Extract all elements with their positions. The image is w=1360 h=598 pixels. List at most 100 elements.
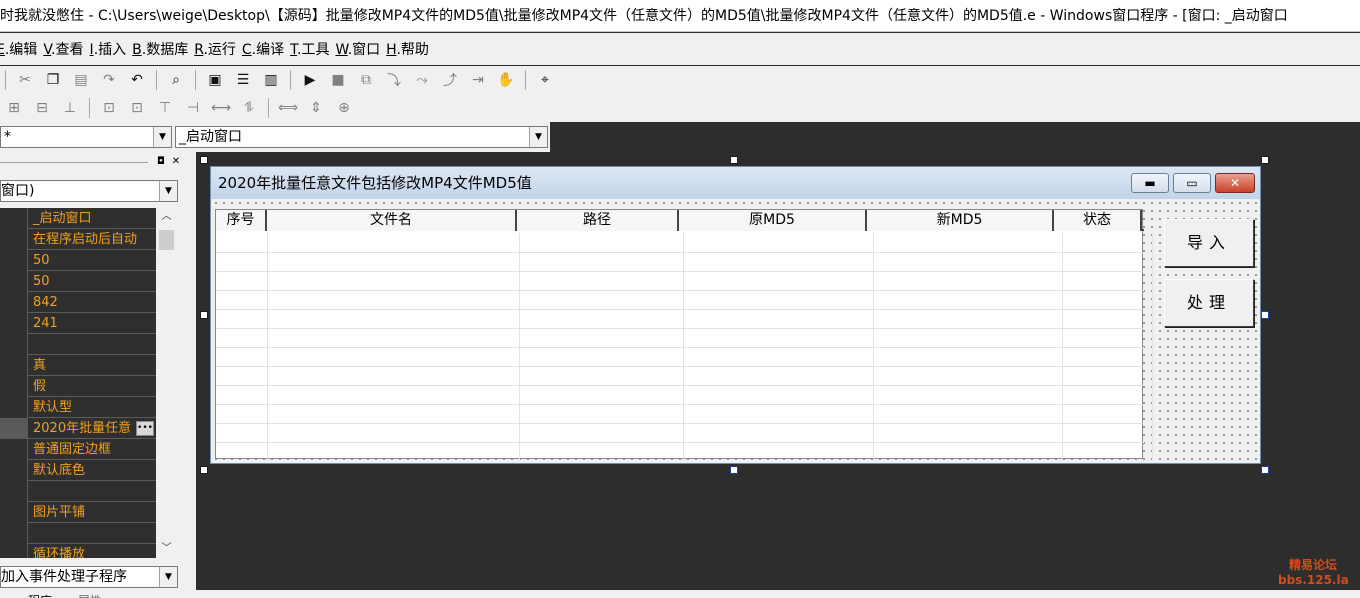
property-row[interactable]: 2020年批量任意 ••• bbox=[0, 418, 156, 439]
align-grid-icon[interactable]: ⊞ bbox=[3, 97, 25, 119]
tab-properties[interactable]: 属性 bbox=[78, 594, 102, 598]
property-row[interactable] bbox=[0, 334, 156, 355]
column-header-new-md5[interactable]: 新MD5 bbox=[867, 210, 1054, 231]
property-row[interactable] bbox=[0, 523, 156, 544]
chevron-down-icon[interactable]: ▼ bbox=[529, 127, 547, 147]
run-to-cursor-icon[interactable]: ⇥ bbox=[467, 69, 489, 91]
property-value[interactable]: 2020年批量任意 bbox=[33, 418, 131, 439]
resize-handle[interactable] bbox=[730, 466, 738, 474]
property-row[interactable]: 842 bbox=[0, 292, 156, 313]
paste-icon[interactable]: ▤ bbox=[70, 69, 92, 91]
same-height-icon[interactable]: ⇕ bbox=[305, 97, 327, 119]
property-value[interactable]: 241 bbox=[33, 313, 58, 334]
import-button[interactable]: 导入 bbox=[1164, 219, 1254, 267]
ellipsis-icon[interactable]: ••• bbox=[136, 421, 154, 436]
space-horizontal-icon[interactable]: ⟷ bbox=[210, 97, 232, 119]
step-out-icon[interactable]: ⤴ bbox=[439, 69, 461, 91]
menu-item[interactable]: H.帮助 bbox=[386, 39, 439, 59]
resize-handle[interactable] bbox=[200, 156, 208, 164]
property-row[interactable]: 默认型 bbox=[0, 397, 156, 418]
column-header-index[interactable]: 序号 bbox=[216, 210, 267, 231]
chevron-down-icon[interactable]: ▼ bbox=[159, 567, 177, 587]
property-value[interactable]: 循环播放 bbox=[33, 544, 85, 558]
binoculars-icon[interactable]: ⌖ bbox=[534, 69, 556, 91]
layout-top-icon[interactable]: ▣ bbox=[204, 69, 226, 91]
same-width-icon[interactable]: ⟺ bbox=[277, 97, 299, 119]
menu-item[interactable]: V.查看 bbox=[43, 39, 93, 59]
property-row[interactable]: 循环播放 bbox=[0, 544, 156, 558]
restore-panel-icon[interactable]: ◘ bbox=[155, 156, 167, 168]
step-into-icon[interactable]: ⤵ bbox=[383, 69, 405, 91]
property-row[interactable]: _启动窗口 bbox=[0, 208, 156, 229]
panel-splitter[interactable] bbox=[182, 152, 196, 598]
component-selector[interactable]: 窗口) ▼ bbox=[0, 180, 178, 202]
stop-icon[interactable]: ■ bbox=[327, 69, 349, 91]
property-value[interactable]: _启动窗口 bbox=[33, 208, 92, 229]
column-header-path[interactable]: 路径 bbox=[517, 210, 679, 231]
center-vertical-icon[interactable]: ⊡ bbox=[126, 97, 148, 119]
property-row[interactable]: 图片平铺 bbox=[0, 502, 156, 523]
menu-item[interactable]: R.运行 bbox=[194, 39, 246, 59]
property-value[interactable]: 假 bbox=[33, 376, 46, 397]
property-value[interactable]: 默认型 bbox=[33, 397, 72, 418]
copy-icon[interactable]: ❐ bbox=[42, 69, 64, 91]
run-icon[interactable]: ▶ bbox=[299, 69, 321, 91]
menu-item[interactable]: T.工具 bbox=[290, 39, 339, 59]
resize-handle[interactable] bbox=[1261, 466, 1269, 474]
column-header-status[interactable]: 状态 bbox=[1054, 210, 1142, 231]
property-row[interactable] bbox=[0, 481, 156, 502]
resize-handle[interactable] bbox=[1261, 311, 1269, 319]
cut-icon[interactable]: ✂ bbox=[14, 69, 36, 91]
align-middle-icon[interactable]: ⊟ bbox=[31, 97, 53, 119]
center-horizontal-icon[interactable]: ⊡ bbox=[98, 97, 120, 119]
design-form-window[interactable]: 2020年批量任意文件包括修改MP4文件MD5值 ▬ ▭ ✕ 序号 文件名 路径… bbox=[210, 166, 1261, 464]
resize-handle[interactable] bbox=[200, 466, 208, 474]
tab-program[interactable]: 程序 bbox=[28, 594, 52, 598]
property-row[interactable]: 50 bbox=[0, 250, 156, 271]
compile-icon[interactable]: ⧉ bbox=[355, 69, 377, 91]
file-list-table[interactable]: 序号 文件名 路径 原MD5 新MD5 状态 bbox=[215, 209, 1153, 460]
space-vertical-icon[interactable]: ⥮ bbox=[238, 97, 260, 119]
chevron-down-icon[interactable]: ﹀ bbox=[157, 540, 176, 558]
undo-icon[interactable]: ↶ bbox=[126, 69, 148, 91]
property-row[interactable]: 真 bbox=[0, 355, 156, 376]
property-value[interactable]: 图片平铺 bbox=[33, 502, 85, 523]
property-value[interactable]: 50 bbox=[33, 250, 50, 271]
property-row[interactable]: 默认底色 bbox=[0, 460, 156, 481]
close-icon[interactable]: ✕ bbox=[1215, 173, 1255, 193]
window-selector[interactable]: _启动窗口 ▼ bbox=[175, 126, 548, 148]
menu-item[interactable]: C.编译 bbox=[242, 39, 294, 59]
column-header-original-md5[interactable]: 原MD5 bbox=[679, 210, 867, 231]
event-handler-selector[interactable]: 加入事件处理子程序 ▼ bbox=[0, 566, 178, 588]
step-over-icon[interactable]: ⤳ bbox=[411, 69, 433, 91]
maximize-icon[interactable]: ▭ bbox=[1173, 173, 1211, 193]
process-button[interactable]: 处理 bbox=[1164, 279, 1254, 327]
property-value[interactable]: 在程序启动后自动 bbox=[33, 229, 137, 250]
property-value[interactable]: 普通固定边框 bbox=[33, 439, 111, 460]
menu-item[interactable]: B.数据库 bbox=[132, 39, 198, 59]
property-row[interactable]: 50 bbox=[0, 271, 156, 292]
class-selector[interactable]: * ▼ bbox=[0, 126, 172, 148]
redo-icon[interactable]: ↷ bbox=[98, 69, 120, 91]
align-top-icon[interactable]: ⊤ bbox=[154, 97, 176, 119]
same-size-icon[interactable]: ⊕ bbox=[333, 97, 355, 119]
property-value[interactable]: 50 bbox=[33, 271, 50, 292]
menu-item[interactable]: E.编辑 bbox=[0, 39, 47, 59]
property-row[interactable]: 在程序启动后自动 bbox=[0, 229, 156, 250]
chevron-down-icon[interactable]: ▼ bbox=[153, 127, 171, 147]
property-row[interactable]: 241 bbox=[0, 313, 156, 334]
layout-split-icon[interactable]: ☰ bbox=[232, 69, 254, 91]
property-scrollbar[interactable]: ︿ ﹀ bbox=[157, 208, 176, 558]
chevron-up-icon[interactable]: ︿ bbox=[157, 208, 176, 226]
resize-handle[interactable] bbox=[200, 311, 208, 319]
scroll-thumb[interactable] bbox=[159, 230, 174, 250]
property-value[interactable]: 真 bbox=[33, 355, 46, 376]
minimize-icon[interactable]: ▬ bbox=[1131, 173, 1169, 193]
align-bottom-icon[interactable]: ⊥ bbox=[59, 97, 81, 119]
property-row[interactable]: 普通固定边框 bbox=[0, 439, 156, 460]
resize-handle[interactable] bbox=[1261, 156, 1269, 164]
property-row[interactable]: 假 bbox=[0, 376, 156, 397]
property-value[interactable]: 842 bbox=[33, 292, 58, 313]
column-header-filename[interactable]: 文件名 bbox=[267, 210, 517, 231]
layout-side-icon[interactable]: ▥ bbox=[260, 69, 282, 91]
